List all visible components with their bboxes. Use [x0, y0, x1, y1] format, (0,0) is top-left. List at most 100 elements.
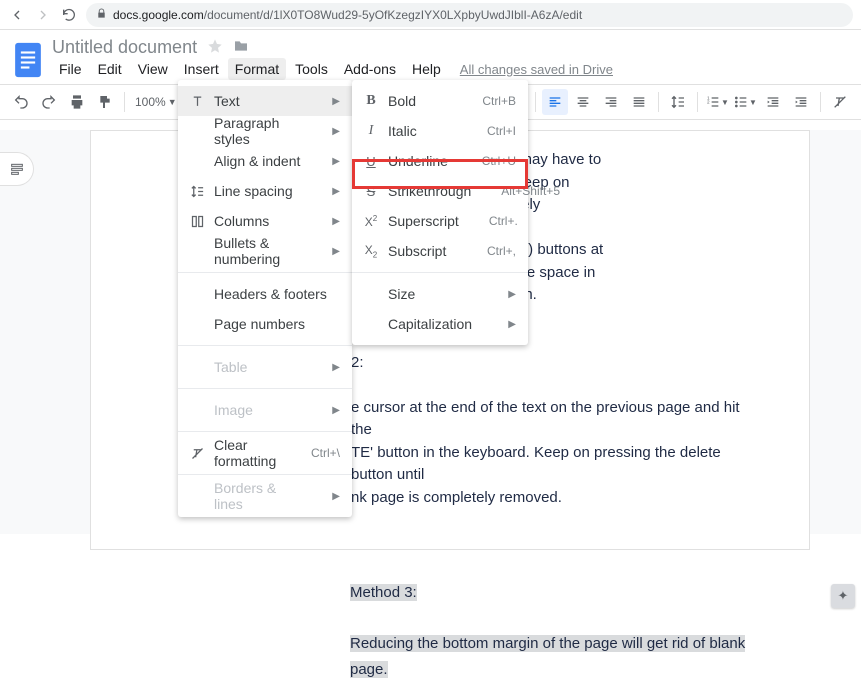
chevron-right-icon: ▶	[332, 126, 340, 137]
url-text: docs.google.com/document/d/1lX0TO8Wud29-…	[113, 8, 582, 22]
clear-icon	[188, 444, 206, 462]
chevron-right-icon: ▶	[332, 405, 340, 416]
X2-icon: X2	[362, 212, 380, 230]
shortcut-label: Alt+Shift+5	[501, 184, 560, 198]
text-item-italic[interactable]: I Italic Ctrl+I	[352, 116, 528, 146]
chevron-right-icon: ▶	[332, 96, 340, 107]
doc-header: Untitled document File Edit View Insert …	[0, 30, 861, 84]
numbered-list-icon[interactable]: 12▼	[704, 89, 730, 115]
line-spacing-icon[interactable]	[665, 89, 691, 115]
align-justify-icon[interactable]	[626, 89, 652, 115]
menu-item-label: Borders & lines	[214, 480, 302, 512]
menu-item-label: Text	[214, 93, 302, 109]
decrease-indent-icon[interactable]	[760, 89, 786, 115]
clear-format-icon[interactable]	[827, 89, 853, 115]
format-item-clear-formatting[interactable]: Clear formattingCtrl+\	[178, 438, 352, 468]
chevron-right-icon: ▶	[332, 156, 340, 167]
back-icon[interactable]	[8, 6, 26, 24]
print-icon[interactable]	[64, 89, 90, 115]
Xs-icon: X2	[362, 242, 380, 260]
forward-icon[interactable]	[34, 6, 52, 24]
menu-tools[interactable]: Tools	[288, 58, 335, 80]
star-icon[interactable]	[207, 38, 223, 57]
lock-icon	[96, 8, 107, 22]
doc-title[interactable]: Untitled document	[52, 37, 197, 58]
menu-item-label: Page numbers	[214, 316, 340, 332]
text-item-subscript[interactable]: X2SubscriptCtrl+,	[352, 236, 528, 266]
menu-item-label: Columns	[214, 213, 302, 229]
shortcut-label: Ctrl+I	[487, 124, 516, 138]
redo-icon[interactable]	[36, 89, 62, 115]
body-text: e cursor at the end of the text on the p…	[351, 397, 759, 442]
menu-view[interactable]: View	[131, 58, 175, 80]
body-text: nk page is completely removed.	[351, 487, 759, 510]
chevron-right-icon: ▶	[332, 216, 340, 227]
selected-text-block[interactable]: Method 3: Reducing the bottom margin of …	[350, 580, 760, 682]
undo-icon[interactable]	[8, 89, 34, 115]
zoom-select[interactable]: 100%▼	[131, 95, 181, 109]
I-icon: I	[362, 122, 380, 140]
S-icon: S	[362, 182, 380, 200]
format-item-table: Table▶	[178, 352, 352, 382]
chevron-right-icon: ▶	[332, 186, 340, 197]
menu-format[interactable]: Format	[228, 58, 286, 80]
format-item-line-spacing[interactable]: Line spacing ▶	[178, 176, 352, 206]
menu-item-label: Headers & footers	[214, 286, 340, 302]
body-text: TE' button in the keyboard. Keep on pres…	[351, 442, 759, 487]
menu-help[interactable]: Help	[405, 58, 448, 80]
menu-item-label: Superscript	[388, 213, 459, 229]
body-text: 2:	[351, 352, 759, 375]
text-item-superscript[interactable]: X2 Superscript Ctrl+.	[352, 206, 528, 236]
format-item-page-numbers[interactable]: Page numbers	[178, 309, 352, 339]
menu-item-label: Line spacing	[214, 183, 302, 199]
menu-item-label: Italic	[388, 123, 457, 139]
bulleted-list-icon[interactable]: ▼	[732, 89, 758, 115]
columns-icon	[188, 212, 206, 230]
menu-file[interactable]: File	[52, 58, 89, 80]
folder-icon[interactable]	[233, 38, 249, 57]
text-item-bold[interactable]: BBoldCtrl+B	[352, 86, 528, 116]
shortcut-label: Ctrl+\	[311, 446, 340, 460]
chevron-right-icon: ▶	[508, 289, 516, 300]
format-item-columns[interactable]: Columns ▶	[178, 206, 352, 236]
outline-toggle[interactable]	[0, 152, 34, 186]
explore-button[interactable]: ✦	[831, 584, 855, 608]
save-status: All changes saved in Drive	[450, 62, 613, 77]
menu-item-label: Strikethrough	[388, 183, 471, 199]
format-item-headers-footers[interactable]: Headers & footers	[178, 279, 352, 309]
shortcut-label: Ctrl+U	[482, 154, 516, 168]
format-item-bullets-numbering[interactable]: Bullets & numbering▶	[178, 236, 352, 266]
text-item-strikethrough[interactable]: SStrikethroughAlt+Shift+5	[352, 176, 528, 206]
shortcut-label: Ctrl+.	[489, 214, 518, 228]
chevron-right-icon: ▶	[332, 246, 340, 257]
text-item-size[interactable]: Size▶	[352, 279, 528, 309]
format-item-text[interactable]: Text ▶	[178, 86, 352, 116]
chevron-right-icon: ▶	[508, 319, 516, 330]
text-item-capitalization[interactable]: Capitalization ▶	[352, 309, 528, 339]
linespacing-icon	[188, 182, 206, 200]
align-center-icon[interactable]	[570, 89, 596, 115]
menu-insert[interactable]: Insert	[177, 58, 226, 80]
U-icon: U	[362, 152, 380, 170]
increase-indent-icon[interactable]	[788, 89, 814, 115]
align-right-icon[interactable]	[598, 89, 624, 115]
text-item-underline[interactable]: UUnderlineCtrl+U	[352, 146, 528, 176]
selected-text: Method 3:	[350, 584, 417, 601]
format-item-align-indent[interactable]: Align & indent▶	[178, 146, 352, 176]
menu-edit[interactable]: Edit	[91, 58, 129, 80]
menu-item-label: Capitalization	[388, 316, 478, 332]
docs-logo[interactable]	[10, 36, 46, 84]
B-icon: B	[362, 92, 380, 110]
reload-icon[interactable]	[60, 6, 78, 24]
align-left-icon[interactable]	[542, 89, 568, 115]
svg-text:2: 2	[707, 99, 710, 104]
selected-text: Reducing the bottom margin of the page w…	[350, 635, 745, 678]
shortcut-label: Ctrl+B	[482, 94, 516, 108]
menu-addons[interactable]: Add-ons	[337, 58, 403, 80]
paint-format-icon[interactable]	[92, 89, 118, 115]
url-bar[interactable]: docs.google.com/document/d/1lX0TO8Wud29-…	[86, 3, 853, 27]
menu-item-label: Paragraph styles	[214, 115, 302, 147]
menu-item-label: Image	[214, 402, 302, 418]
format-item-paragraph-styles[interactable]: Paragraph styles ▶	[178, 116, 352, 146]
shortcut-label: Ctrl+,	[487, 244, 516, 258]
